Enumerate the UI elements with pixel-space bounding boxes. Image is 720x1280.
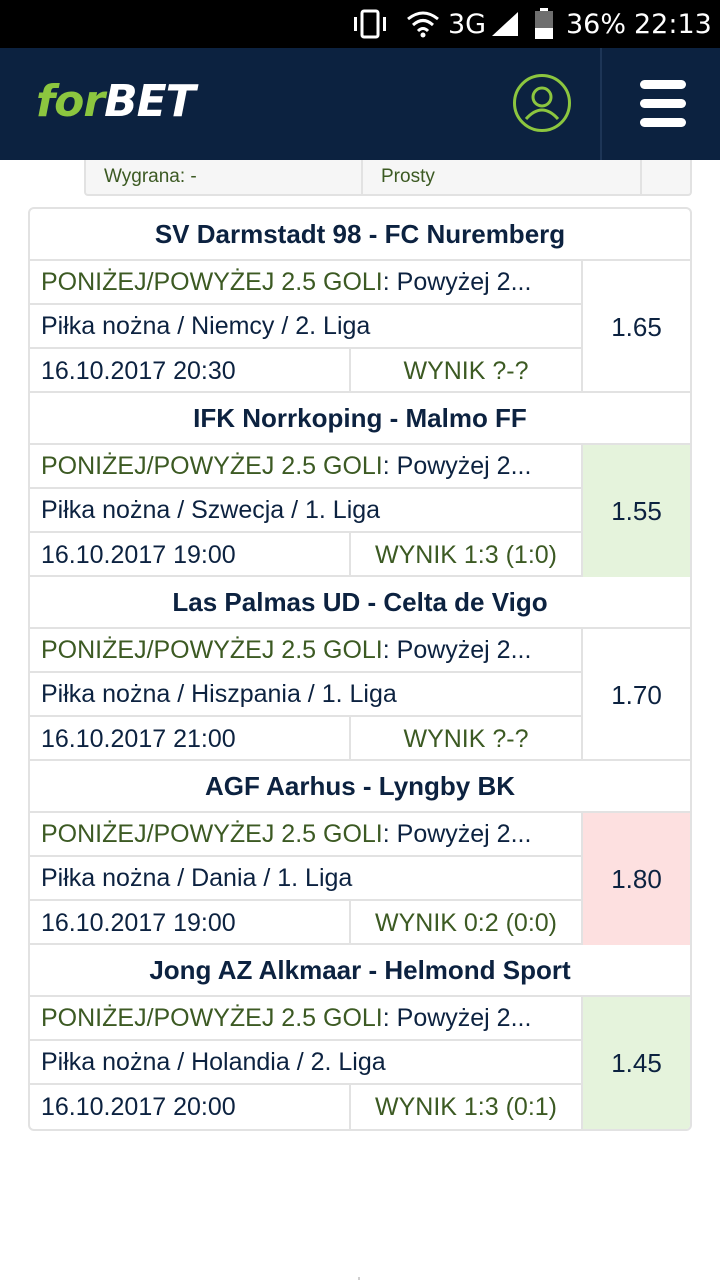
match-result: WYNIK 0:2 (0:0) [375,908,557,937]
match-datetime: 16.10.2017 19:00 [30,901,351,945]
odds-value: 1.65 [581,261,690,393]
vibrate-icon [352,0,388,48]
match-title: IFK Norrkoping - Malmo FF [30,393,690,445]
menu-bar-icon [640,80,686,89]
market-selection: : Powyżej 2... [382,451,532,480]
league-row: Piłka nożna / Dania / 1. Liga [30,857,581,901]
match-details: PONIŻEJ/POWYŻEJ 2.5 GOLI : Powyżej 2... … [30,813,581,945]
prev-card-divider [640,160,642,194]
odds-value: 1.80 [581,813,690,945]
date-result-row: 16.10.2017 20:30 WYNIK ?-? [30,349,581,393]
user-icon [524,86,560,121]
market-row: PONIŻEJ/POWYŻEJ 2.5 GOLI : Powyżej 2... [30,261,581,305]
market-selection: : Powyżej 2... [382,635,532,664]
match-body: PONIŻEJ/POWYŻEJ 2.5 GOLI : Powyżej 2... … [30,445,690,577]
match-body: PONIŻEJ/POWYŻEJ 2.5 GOLI : Powyżej 2... … [30,997,690,1129]
odds-value: 1.45 [581,997,690,1129]
win-amount: Wygrana: - [104,166,197,187]
match-result: WYNIK ?-? [403,724,529,753]
league-row: Piłka nożna / Holandia / 2. Liga [30,1041,581,1085]
market-label: PONIŻEJ/POWYŻEJ 2.5 GOLI [41,267,383,296]
market-label: PONIŻEJ/POWYŻEJ 2.5 GOLI [41,635,383,664]
match-card[interactable]: AGF Aarhus - Lyngby BK PONIŻEJ/POWYŻEJ 2… [30,761,690,945]
clock: 22:13 [634,8,712,40]
date-result-row: 16.10.2017 19:00 WYNIK 0:2 (0:0) [30,901,581,945]
match-details: PONIŻEJ/POWYŻEJ 2.5 GOLI : Powyżej 2... … [30,445,581,577]
forbet-logo[interactable]: forBET [36,76,196,127]
match-datetime: 16.10.2017 21:00 [30,717,351,761]
app-header: forBET [0,48,720,160]
date-result-row: 16.10.2017 21:00 WYNIK ?-? [30,717,581,761]
match-datetime: 16.10.2017 20:00 [30,1085,351,1129]
match-card[interactable]: IFK Norrkoping - Malmo FF PONIŻEJ/POWYŻE… [30,393,690,577]
wifi-icon [406,0,440,48]
bet-match-list: SV Darmstadt 98 - FC Nuremberg PONIŻEJ/P… [28,207,692,1131]
market-selection: : Powyżej 2... [382,1003,532,1032]
league-row: Piłka nożna / Niemcy / 2. Liga [30,305,581,349]
match-title: Jong AZ Alkmaar - Helmond Sport [30,945,690,997]
odds-value: 1.55 [581,445,690,577]
match-details: PONIŻEJ/POWYŻEJ 2.5 GOLI : Powyżej 2... … [30,629,581,761]
battery-icon [533,0,555,48]
market-selection: : Powyżej 2... [382,267,532,296]
market-row: PONIŻEJ/POWYŻEJ 2.5 GOLI : Powyżej 2... [30,445,581,489]
market-label: PONIŻEJ/POWYŻEJ 2.5 GOLI [41,1003,383,1032]
bet-type: Prosty [381,166,435,187]
market-selection: : Powyżej 2... [382,819,532,848]
menu-bar-icon [640,99,686,108]
date-result-row: 16.10.2017 19:00 WYNIK 1:3 (1:0) [30,533,581,577]
match-details: PONIŻEJ/POWYŻEJ 2.5 GOLI : Powyżej 2... … [30,261,581,393]
match-result: WYNIK ?-? [403,356,529,385]
match-title: AGF Aarhus - Lyngby BK [30,761,690,813]
match-card[interactable]: SV Darmstadt 98 - FC Nuremberg PONIŻEJ/P… [30,209,690,393]
prev-card-divider [361,160,363,194]
match-datetime: 16.10.2017 20:30 [30,349,351,393]
hamburger-menu-button[interactable] [640,80,686,128]
market-label: PONIŻEJ/POWYŻEJ 2.5 GOLI [41,451,383,480]
logo-bet: BET [104,76,196,127]
match-body: PONIŻEJ/POWYŻEJ 2.5 GOLI : Powyżej 2... … [30,629,690,761]
market-row: PONIŻEJ/POWYŻEJ 2.5 GOLI : Powyżej 2... [30,629,581,673]
header-divider [600,48,602,160]
user-account-button[interactable] [513,74,571,132]
match-details: PONIŻEJ/POWYŻEJ 2.5 GOLI : Powyżej 2... … [30,997,581,1129]
match-card[interactable]: Jong AZ Alkmaar - Helmond Sport PONIŻEJ/… [30,945,690,1129]
league-row: Piłka nożna / Szwecja / 1. Liga [30,489,581,533]
odds-value: 1.70 [581,629,690,761]
market-label: PONIŻEJ/POWYŻEJ 2.5 GOLI [41,819,383,848]
network-type: 3G [448,8,487,40]
match-card[interactable]: Las Palmas UD - Celta de Vigo PONIŻEJ/PO… [30,577,690,761]
status-bar: 3G 36% 22:13 [0,0,720,48]
match-title: Las Palmas UD - Celta de Vigo [30,577,690,629]
date-result-row: 16.10.2017 20:00 WYNIK 1:3 (0:1) [30,1085,581,1129]
match-body: PONIŻEJ/POWYŻEJ 2.5 GOLI : Powyżej 2... … [30,261,690,393]
battery-percent: 36% [566,8,627,40]
match-title: SV Darmstadt 98 - FC Nuremberg [30,209,690,261]
market-row: PONIŻEJ/POWYŻEJ 2.5 GOLI : Powyżej 2... [30,813,581,857]
menu-bar-icon [640,118,686,127]
market-row: PONIŻEJ/POWYŻEJ 2.5 GOLI : Powyżej 2... [30,997,581,1041]
signal-icon [490,0,520,48]
match-body: PONIŻEJ/POWYŻEJ 2.5 GOLI : Powyżej 2... … [30,813,690,945]
logo-for: for [36,76,105,127]
previous-bet-card: Wygrana: - Prosty [84,160,692,196]
match-result: WYNIK 1:3 (1:0) [375,540,557,569]
match-result: WYNIK 1:3 (0:1) [375,1092,557,1121]
match-datetime: 16.10.2017 19:00 [30,533,351,577]
league-row: Piłka nożna / Hiszpania / 1. Liga [30,673,581,717]
